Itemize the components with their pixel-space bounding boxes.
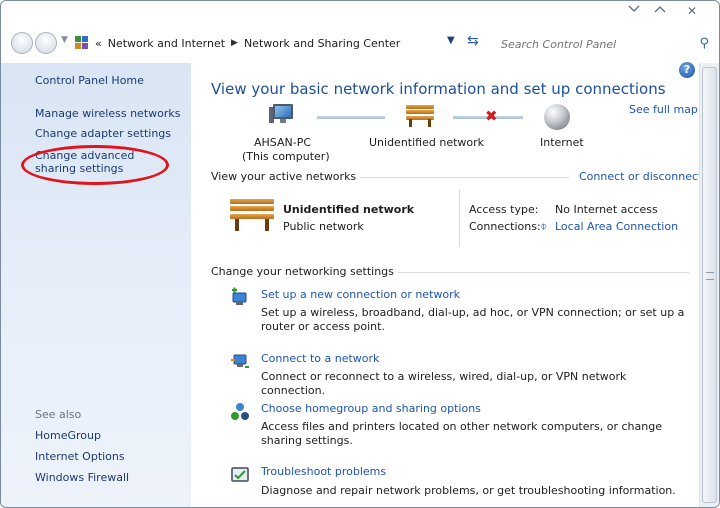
highlight-ellipse-annotation: [21, 145, 169, 185]
section-rule: [373, 272, 689, 273]
control-panel-home-link[interactable]: Control Panel Home: [35, 74, 185, 87]
sidebar-item-change-adapter-settings[interactable]: Change adapter settings: [35, 127, 185, 140]
network-name-label: Unidentified network: [369, 136, 485, 149]
troubleshoot-icon: [230, 465, 250, 485]
maximize-button[interactable]: [649, 3, 671, 19]
task-connect-network-link[interactable]: Connect to a network: [261, 352, 379, 365]
connect-network-icon: [230, 351, 250, 371]
breadcrumb-overflow[interactable]: «: [95, 37, 102, 50]
task-troubleshoot-description: Diagnose and repair network problems, or…: [261, 484, 676, 497]
search-input[interactable]: [499, 36, 679, 52]
chevron-down-icon: [628, 5, 640, 12]
breadcrumb: « Network and Internet ▶ Network and Sha…: [75, 32, 493, 54]
page-title: View your basic network information and …: [211, 80, 666, 98]
internet-label: Internet: [540, 136, 584, 149]
see-also-internet-options-link[interactable]: Internet Options: [35, 450, 185, 463]
left-nav-pane: Control Panel Home Manage wireless netwo…: [1, 63, 191, 507]
homegroup-icon: [230, 402, 250, 422]
back-button[interactable]: [11, 32, 33, 54]
search-box: ⚲: [493, 33, 715, 55]
control-panel-window: ✕ ▼ « Network and Internet ▶ Network and…: [0, 0, 720, 508]
task-homegroup-sharing-description: Access files and printers located on oth…: [261, 420, 662, 447]
computer-note: (This computer): [242, 150, 330, 163]
active-network-name: Unidentified network: [283, 203, 415, 216]
access-type-label: Access type:: [469, 203, 539, 216]
vertical-divider: [459, 189, 460, 247]
breadcrumb-network-and-sharing-center[interactable]: Network and Sharing Center: [244, 37, 400, 50]
section-rule: [341, 177, 569, 178]
see-also-homegroup-link[interactable]: HomeGroup: [35, 429, 185, 442]
connections-label: Connections:: [469, 220, 541, 233]
internet-globe-icon[interactable]: [544, 104, 570, 130]
connect-or-disconnect-link[interactable]: Connect or disconnect: [579, 170, 702, 183]
refresh-icon[interactable]: ⇆: [467, 33, 479, 49]
title-bar: ✕: [1, 1, 719, 23]
task-troubleshoot-link[interactable]: Troubleshoot problems: [261, 465, 386, 478]
forward-button[interactable]: [35, 32, 57, 54]
see-also-windows-firewall-link[interactable]: Windows Firewall: [35, 471, 185, 484]
recent-pages-dropdown[interactable]: ▼: [61, 35, 68, 45]
computer-icon[interactable]: [269, 104, 295, 126]
task-setup-connection-link[interactable]: Set up a new connection or network: [261, 288, 460, 301]
search-icon[interactable]: ⚲: [699, 36, 709, 51]
task-connect-network-description: Connect or reconnect to a wireless, wire…: [261, 370, 627, 397]
new-connection-icon: [230, 287, 250, 307]
map-connector-line: [317, 116, 385, 119]
bench-network-icon[interactable]: [406, 105, 434, 127]
local-area-connection-link[interactable]: Local Area Connection: [555, 220, 678, 233]
network-location-link[interactable]: Public network: [283, 220, 364, 233]
breadcrumb-network-and-internet[interactable]: Network and Internet: [108, 37, 225, 50]
scrollbar-thumb[interactable]: [702, 67, 717, 503]
change-settings-heading: Change your networking settings: [211, 265, 398, 278]
help-icon[interactable]: ?: [679, 62, 695, 78]
chevron-up-icon: [654, 6, 666, 13]
network-adapter-icon: ⌽: [540, 219, 548, 233]
address-dropdown-icon[interactable]: ▼: [447, 35, 455, 46]
close-button[interactable]: ✕: [681, 3, 703, 19]
breadcrumb-separator-icon[interactable]: ▶: [231, 38, 238, 48]
computer-name: AHSAN-PC: [254, 136, 312, 149]
no-connection-x-icon: ✖: [485, 107, 498, 125]
task-setup-connection-description: Set up a wireless, broadband, dial-up, a…: [261, 306, 685, 333]
control-panel-icon: [75, 36, 89, 50]
vertical-scrollbar[interactable]: [699, 63, 719, 507]
bench-network-large-icon: [230, 199, 274, 231]
task-homegroup-sharing-link[interactable]: Choose homegroup and sharing options: [261, 402, 481, 415]
access-type-value: No Internet access: [555, 203, 658, 216]
see-also-heading: See also: [35, 408, 82, 421]
sidebar-item-manage-wireless-networks[interactable]: Manage wireless networks: [35, 107, 185, 120]
address-bar: ▼ « Network and Internet ▶ Network and S…: [1, 23, 719, 63]
see-full-map-link[interactable]: See full map: [629, 103, 698, 116]
minimize-button[interactable]: [623, 3, 645, 19]
active-networks-heading: View your active networks: [211, 170, 361, 183]
